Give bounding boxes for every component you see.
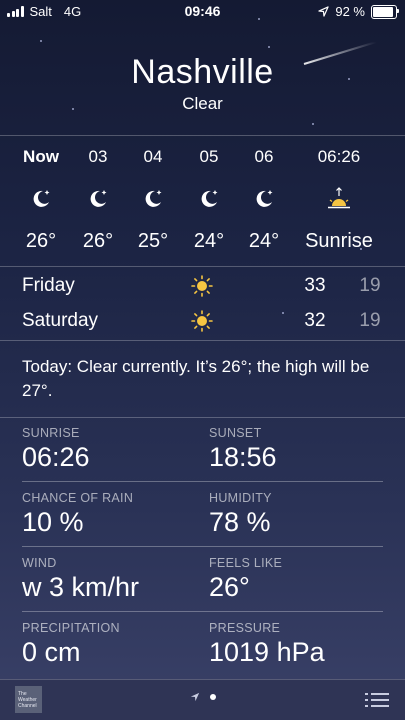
battery-percent: 92 %	[335, 4, 365, 19]
sunrise-icon	[304, 186, 374, 210]
low-temp: 19	[359, 275, 381, 296]
hour-column: 02	[378, 136, 405, 266]
detail-value: w 3 km/hr	[22, 572, 140, 602]
detail-pressure: PRESSURE 1019 hPa	[209, 621, 325, 668]
bottom-toolbar: The Weather Channel	[0, 679, 405, 720]
daily-forecast[interactable]: Friday 33 19 Saturday 32 19	[0, 268, 405, 340]
detail-wind: WIND w 3 km/hr	[22, 556, 139, 603]
day-name: Friday	[22, 275, 75, 296]
location-arrow-icon	[190, 692, 200, 702]
low-temp: 19	[359, 310, 381, 331]
detail-feels-like: FEELS LIKE 26°	[209, 556, 282, 603]
hourly-forecast[interactable]: Now26°0326°0425°0524°0624°06:26Sunrise02	[0, 135, 405, 267]
location-header: Nashville Clear	[0, 52, 405, 114]
detail-sunrise: SUNRISE 06:26	[22, 426, 90, 473]
battery-icon	[371, 4, 399, 19]
forecast-summary: Today: Clear currently. It’s 26°; the hi…	[0, 340, 405, 418]
hour-temp: 24°	[248, 230, 280, 252]
page-indicator[interactable]	[190, 692, 216, 702]
detail-row: PRECIPITATION 0 cm PRESSURE 1019 hPa	[22, 612, 383, 676]
moon-stars-icon	[378, 186, 405, 210]
high-temp: 33	[304, 275, 326, 296]
detail-label: FEELS LIKE	[209, 556, 283, 570]
detail-value: 1019 hPa	[209, 637, 325, 667]
detail-row: SUNRISE 06:26 SUNSET 18:56	[22, 417, 383, 482]
day-name: Saturday	[22, 310, 99, 331]
detail-value: 10 %	[22, 507, 84, 537]
hour-column: 06:26 Sunrise	[304, 136, 374, 266]
daily-row: Saturday 32 19	[0, 303, 405, 337]
hour-temp: 2	[378, 230, 405, 253]
hour-time: 06	[254, 147, 274, 166]
detail-label: PRECIPITATION	[22, 621, 120, 635]
list-icon[interactable]	[365, 692, 389, 708]
moon-stars-icon	[229, 186, 299, 210]
sun-icon	[191, 275, 213, 297]
detail-value: 78 %	[209, 507, 271, 537]
sun-icon	[191, 310, 213, 332]
detail-label: SUNSET	[209, 426, 262, 440]
city-name: Nashville	[131, 53, 274, 91]
detail-row: CHANCE OF RAIN 10 % HUMIDITY 78 %	[22, 482, 383, 547]
detail-label: SUNRISE	[22, 426, 80, 440]
detail-sunset: SUNSET 18:56	[209, 426, 277, 473]
summary-text: Today: Clear currently. It’s 26°; the hi…	[22, 357, 370, 400]
status-bar: Salt 4G 09:46 92 %	[0, 0, 405, 22]
logo-text: The Weather Channel	[18, 691, 37, 709]
current-condition: Clear	[182, 94, 223, 113]
detail-label: CHANCE OF RAIN	[22, 491, 134, 505]
hour-time: 0	[378, 147, 405, 167]
detail-label: PRESSURE	[209, 621, 281, 635]
detail-value: 06:26	[22, 442, 90, 472]
detail-row: WIND w 3 km/hr FEELS LIKE 26°	[22, 547, 383, 612]
detail-value: 18:56	[209, 442, 277, 472]
detail-humidity: HUMIDITY 78 %	[209, 491, 272, 538]
daily-row: Friday 33 19	[0, 268, 405, 302]
page-dot	[210, 694, 216, 700]
detail-label: WIND	[22, 556, 57, 570]
hour-time: 06:26	[317, 147, 361, 166]
high-temp: 32	[304, 310, 326, 331]
weather-channel-logo[interactable]: The Weather Channel	[15, 686, 42, 713]
detail-precipitation: PRECIPITATION 0 cm	[22, 621, 120, 668]
detail-value: 0 cm	[22, 637, 81, 667]
hour-column: 06 24°	[229, 136, 299, 266]
detail-chance-of-rain: CHANCE OF RAIN 10 %	[22, 491, 133, 538]
location-services-icon	[318, 6, 330, 17]
hour-temp: Sunrise	[305, 230, 373, 252]
detail-value: 26°	[209, 572, 250, 602]
detail-label: HUMIDITY	[209, 491, 272, 505]
